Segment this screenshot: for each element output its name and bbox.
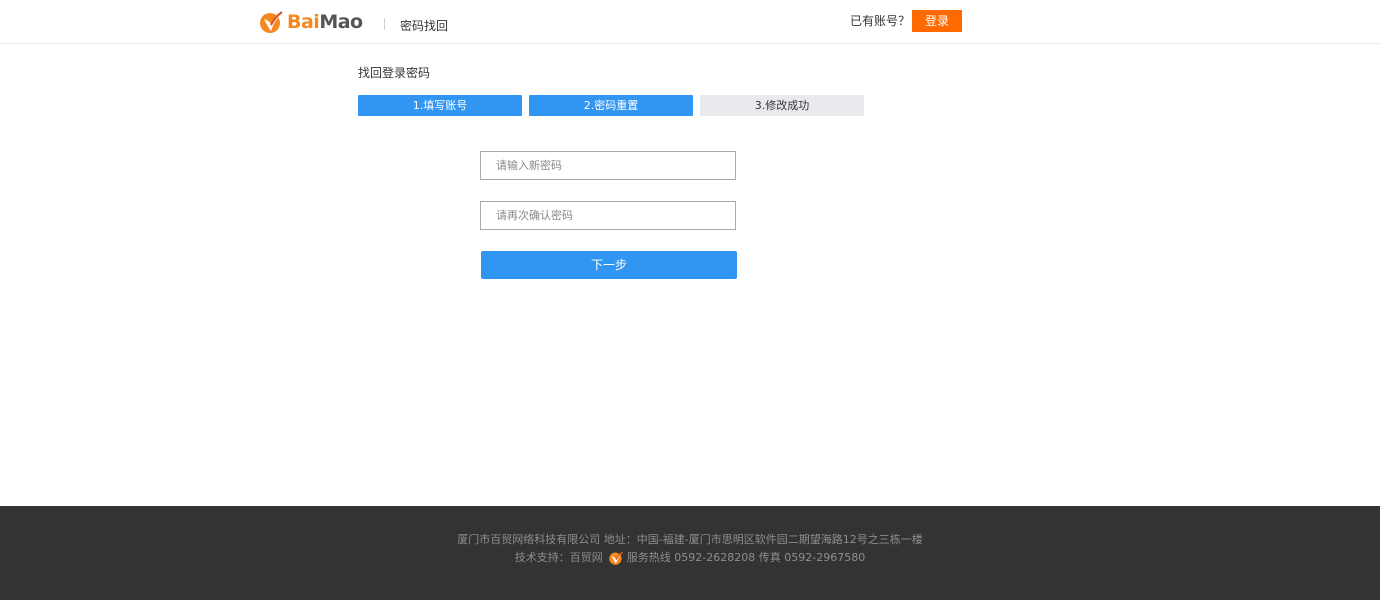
step-fill-account: 1.填写账号: [358, 95, 522, 116]
next-step-button[interactable]: 下一步: [481, 251, 737, 279]
page-name: 密码找回: [400, 19, 449, 33]
new-password-input[interactable]: [480, 151, 736, 180]
footer-support-line: 技术支持：百贸网 服务热线 0592-2628208 传真 0592-29675…: [0, 550, 1380, 566]
header: BaiMao 密码找回 已有账号？ 登录: [0, 0, 1380, 44]
step-reset-password: 2.密码重置: [529, 95, 693, 116]
baimao-logo-icon: [260, 11, 283, 33]
footer: 厦门市百贸网络科技有限公司 地址：中国-福建-厦门市思明区软件园二期望海路12号…: [0, 506, 1380, 600]
progress-steps: 1.填写账号 2.密码重置 3.修改成功: [358, 95, 871, 116]
have-account-text: 已有账号？: [850, 14, 911, 28]
hotline-fax-text: 服务热线 0592-2628208 传真 0592-2967580: [626, 551, 866, 564]
company-address: 厦门市百贸网络科技有限公司 地址：中国-福建-厦门市思明区软件园二期望海路12号…: [457, 533, 923, 546]
baimao-logo[interactable]: BaiMao: [258, 8, 363, 36]
baimao-small-logo-icon: [609, 551, 623, 565]
logo-wordmark-part1: Bai: [287, 11, 320, 33]
login-button[interactable]: 登录: [912, 10, 962, 32]
logo-wordmark: BaiMao: [287, 9, 363, 35]
section-title: 找回登录密码: [358, 66, 431, 80]
header-divider: [384, 18, 385, 30]
tech-support-text: 技术支持：百贸网: [514, 551, 603, 564]
confirm-password-input[interactable]: [480, 201, 736, 230]
step-success: 3.修改成功: [700, 95, 864, 116]
logo-wordmark-part2: Mao: [319, 11, 363, 33]
